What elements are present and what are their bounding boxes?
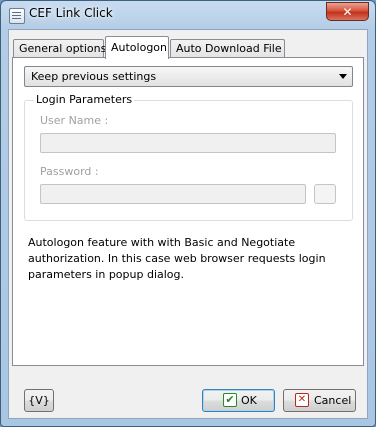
window-title: CEF Link Click <box>29 6 113 20</box>
autologon-mode-dropdown[interactable]: Keep previous settings <box>24 66 353 87</box>
ok-button[interactable]: ✔ OK <box>202 389 275 412</box>
login-parameters-title: Login Parameters <box>34 93 135 106</box>
autologon-description: Autologon feature with with Basic and Ne… <box>28 236 326 281</box>
autologon-panel: Keep previous settings Login Parameters … <box>12 57 364 366</box>
dialog-window: CEF Link Click ✕ General options Autolog… <box>0 0 376 427</box>
variables-button[interactable]: {V} <box>24 389 54 412</box>
username-field[interactable] <box>40 133 336 153</box>
cancel-button[interactable]: ✕ Cancel <box>283 389 356 412</box>
tab-autologon[interactable]: Autologon <box>105 36 169 59</box>
autologon-mode-value: Keep previous settings <box>31 70 157 83</box>
title-bar[interactable]: CEF Link Click ✕ <box>1 1 375 29</box>
window-app-icon <box>9 8 25 24</box>
close-button[interactable]: ✕ <box>326 2 369 21</box>
ok-button-label: OK <box>241 394 257 407</box>
password-label: Password : <box>40 165 99 178</box>
password-field[interactable] <box>40 184 306 204</box>
tab-general-options[interactable]: General options <box>13 39 106 58</box>
close-icon: ✕ <box>342 5 353 19</box>
cancel-button-label: Cancel <box>314 394 352 407</box>
password-options-button[interactable] <box>314 184 336 204</box>
checkmark-icon: ✔ <box>223 393 237 407</box>
login-parameters-group: Login Parameters User Name : Password : <box>24 93 353 221</box>
chevron-down-icon <box>339 74 347 79</box>
cross-icon: ✕ <box>295 393 309 407</box>
dialog-client-area: General options Autologon Auto Download … <box>8 29 368 419</box>
tab-auto-download-file[interactable]: Auto Download File <box>170 39 285 58</box>
username-label: User Name : <box>40 114 109 127</box>
